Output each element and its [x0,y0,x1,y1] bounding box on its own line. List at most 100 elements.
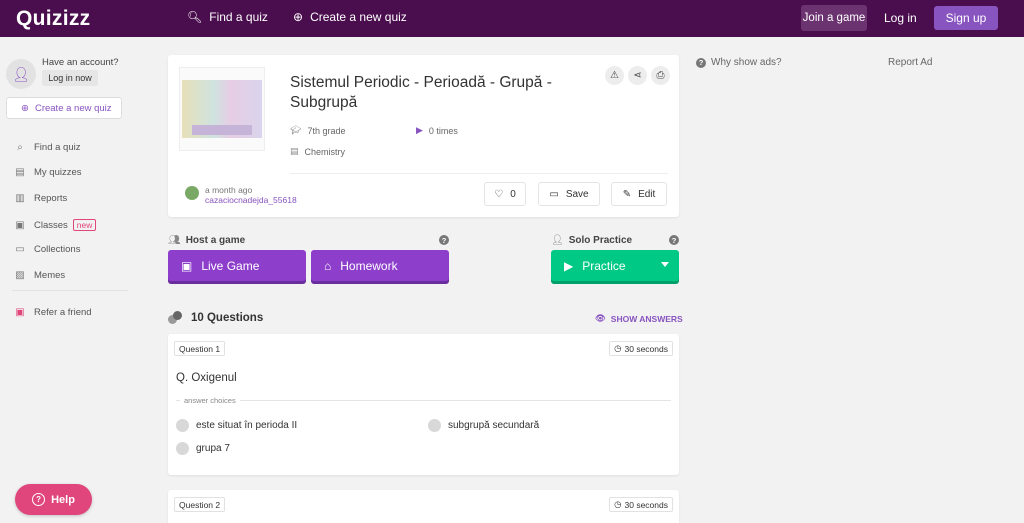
sidebar-item-label: Refer a friend [34,307,92,318]
choice-bullet [176,419,189,432]
sidebar: 👤︎ Have an account? Log in now ⊕ Create … [0,37,140,523]
answer-choice: subgrupă secundară [428,419,539,432]
new-badge: new [72,219,97,231]
clock-icon: ◷ [614,499,622,509]
login-now-button[interactable]: Log in now [42,70,98,86]
create-quiz-link[interactable]: ⊕ Create a new quiz [293,10,407,24]
sidebar-item-memes[interactable]: ▨ Memes [14,270,65,281]
sidebar-item-collections[interactable]: ▭ Collections [14,244,80,255]
save-label: Save [565,188,589,200]
save-button[interactable]: ▭ Save [538,182,600,206]
plus-circle-icon: ⊕ [21,102,29,114]
question-text: Q. Oxigenul [176,372,237,384]
play-icon: ▶ [564,258,574,273]
author-avatar [185,186,199,200]
sidebar-item-refer[interactable]: ▣ Refer a friend [14,307,92,318]
sidebar-item-label: Reports [34,193,68,204]
choice-bullet [176,442,189,455]
quiz-title: Sistemul Periodic - Perioadă - Grupă - S… [290,74,552,111]
share-icon[interactable]: ⋖ [628,66,647,85]
chevron-down-icon[interactable] [661,262,669,267]
find-quiz-label: Find a quiz [209,10,268,24]
book-icon: ▤ [290,146,299,156]
add-user-icon: 👤︎ [6,59,36,89]
question-icon: ? [32,493,46,506]
quiz-info-card: Sistemul Periodic - Perioadă - Grupă - S… [168,55,679,217]
question-card: Question 1 ◷ 30 seconds Q. Oxigenul answ… [168,334,679,475]
join-game-button[interactable]: Join a game [801,5,867,31]
like-button[interactable]: ♡ 0 [484,182,526,206]
help-button[interactable]: ? Help [15,484,92,515]
host-game-label: 👥︎ Host a game [168,235,246,246]
questions-icon [168,311,183,324]
answer-choice: grupa 7 [176,442,230,455]
help-icon[interactable]: ? [439,235,449,245]
homework-button[interactable]: ⌂ Homework [311,250,449,281]
clock-icon: ◷ [614,343,622,353]
plays-meta: ▶ 0 times [416,125,458,136]
login-link[interactable]: Log in [884,11,917,25]
author-name-link[interactable]: cazaciocnadejda_55618 [205,195,297,205]
signup-button[interactable]: Sign up [934,6,998,30]
sidebar-item-reports[interactable]: ▥ Reports [14,193,67,204]
document-icon: ▤ [15,167,25,178]
chart-icon: ▥ [15,193,25,204]
question-time: ◷ 30 seconds [609,497,673,512]
sidebar-item-label: Classes [34,219,68,231]
answer-choice: este situat în perioda II [176,419,297,432]
help-icon[interactable]: ? [669,235,679,245]
image-icon: ▨ [15,270,25,281]
home-icon: ⌂ [324,258,332,273]
question-label: Question 2 [174,497,226,512]
graduation-cap-icon: 🎓︎ [290,125,302,135]
question-card: Question 2 ◷ 30 seconds [168,490,679,523]
person-icon: 👤︎ [551,235,564,246]
find-quiz-link[interactable]: 🔍︎ Find a quiz [187,10,268,24]
edit-button[interactable]: ✎ Edit [611,182,667,206]
sidebar-item-find-quiz[interactable]: ⌕ Find a quiz [14,142,80,153]
sidebar-item-label: Collections [34,244,81,255]
sidebar-item-classes[interactable]: ▣ Classes new [14,219,97,231]
choice-bullet [428,419,441,432]
report-ad-link[interactable]: Report Ad [888,57,932,68]
quizizz-logo[interactable]: Quizizz [16,7,90,31]
practice-button[interactable]: ▶ Practice [551,250,679,281]
author-time: a month ago [205,185,253,195]
quiz-thumbnail [179,67,265,151]
grade-text: 7th grade [307,125,346,136]
live-game-icon: ▣ [181,258,193,273]
answer-choices-divider: answer choices [176,395,671,405]
eye-icon: 👁︎ [595,313,606,323]
pencil-icon: ✎ [622,188,632,200]
group-icon: 👥︎ [168,235,181,246]
classes-icon: ▣ [15,219,25,231]
sidebar-item-label: My quizzes [34,167,82,178]
question-time: ◷ 30 seconds [609,341,673,356]
heart-icon: ♡ [494,188,504,200]
print-icon[interactable]: ⎙ [651,66,670,85]
like-count: 0 [510,188,516,200]
top-navbar: Quizizz 🔍︎ Find a quiz ⊕ Create a new qu… [0,0,1024,37]
plays-text: 0 times [428,125,458,136]
folder-icon: ▭ [15,244,25,255]
gift-icon: ▣ [15,307,25,318]
search-icon: 🔍︎ [187,10,203,24]
live-game-button[interactable]: ▣ Live Game [168,250,306,281]
report-icon[interactable]: ⚠ [605,66,624,85]
card-divider [290,173,668,174]
play-icon: ▶ [416,125,423,135]
question-label: Question 1 [174,341,226,356]
sidebar-item-label: Find a quiz [34,142,81,153]
subject-meta: ▤ Chemistry [290,146,345,157]
create-quiz-label: Create a new quiz [310,10,407,24]
plus-circle-icon: ⊕ [293,10,304,24]
sidebar-item-my-quizzes[interactable]: ▤ My quizzes [14,167,82,178]
subject-text: Chemistry [304,146,346,157]
show-answers-toggle[interactable]: 👁︎ SHOW ANSWERS [595,313,683,324]
search-icon: ⌕ [17,142,23,153]
question-count: 10 Questions [168,311,263,324]
grade-meta: 🎓︎ 7th grade [290,125,345,136]
edit-label: Edit [638,188,656,200]
why-show-ads-link[interactable]: ? Why show ads? [696,57,782,68]
sidebar-create-quiz-button[interactable]: ⊕ Create a new quiz [6,97,122,119]
